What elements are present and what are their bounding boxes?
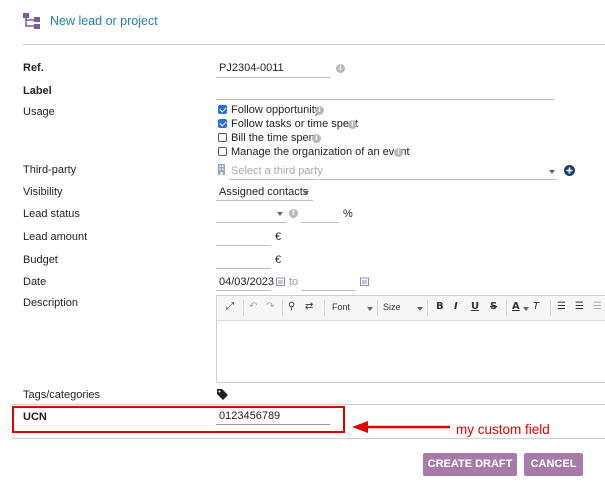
- date-start-underline: [216, 290, 271, 291]
- create-draft-button[interactable]: CREATE DRAFT: [423, 453, 517, 476]
- third-party-select[interactable]: Select a third party: [231, 165, 323, 177]
- lead-status-select[interactable]: [277, 212, 283, 216]
- usage-follow-tasks-label: Follow tasks or time spent: [231, 118, 359, 130]
- label-input[interactable]: [216, 99, 554, 100]
- usage-follow-tasks-checkbox[interactable]: [218, 119, 227, 128]
- usage-info-icon: i: [312, 134, 321, 143]
- editor-toolbar: ⤢ ↶ ↷ ⚲ ⇄ Font Size B I U S A T ☰ ☰ ☰: [217, 296, 605, 321]
- lead-amount-input[interactable]: [216, 245, 271, 246]
- chevron-down-icon[interactable]: [523, 307, 529, 311]
- date-start-input[interactable]: 04/03/2023: [219, 276, 274, 288]
- clear-format-button[interactable]: T: [533, 301, 539, 312]
- strikethrough-button[interactable]: S: [490, 301, 497, 312]
- toolbar-separator: [282, 300, 283, 316]
- toolbar-separator: [377, 300, 378, 316]
- visibility-underline: [216, 200, 313, 201]
- outdent-icon[interactable]: ☰: [593, 301, 602, 312]
- add-third-party-icon[interactable]: [564, 165, 575, 176]
- label-label: Label: [23, 85, 52, 97]
- maximize-icon[interactable]: ⤢: [226, 301, 234, 312]
- undo-icon[interactable]: ↶: [249, 301, 257, 312]
- usage-follow-opportunity-checkbox[interactable]: [218, 105, 227, 114]
- numbered-list-icon[interactable]: ☰: [557, 301, 566, 312]
- size-select[interactable]: Size: [383, 302, 401, 312]
- bold-button[interactable]: B: [436, 301, 444, 312]
- visibility-select[interactable]: Assigned contacts: [219, 186, 308, 198]
- annotation-arrow-icon: [352, 421, 450, 433]
- description-editor[interactable]: ⤢ ↶ ↷ ⚲ ⇄ Font Size B I U S A T ☰ ☰ ☰: [216, 295, 605, 383]
- tags-label: Tags/categories: [23, 389, 101, 401]
- underline-button[interactable]: U: [471, 301, 479, 312]
- date-label: Date: [23, 276, 47, 288]
- chevron-down-icon[interactable]: [417, 307, 423, 311]
- hierarchy-icon: [23, 13, 40, 29]
- page-title[interactable]: New lead or project: [50, 14, 158, 28]
- redo-icon[interactable]: ↷: [266, 301, 274, 312]
- tag-icon[interactable]: [217, 389, 228, 400]
- annotation-text: my custom field: [456, 422, 550, 437]
- ref-underline: [216, 77, 330, 78]
- ref-input[interactable]: PJ2304-0011: [219, 62, 284, 74]
- toolbar-separator: [324, 300, 325, 316]
- font-select[interactable]: Font: [332, 302, 350, 312]
- chevron-down-icon[interactable]: [549, 170, 555, 174]
- date-to-label: to: [289, 276, 299, 288]
- usage-info-icon: i: [315, 106, 324, 115]
- toolbar-separator: [427, 300, 428, 316]
- budget-label: Budget: [23, 254, 58, 266]
- lead-amount-label: Lead amount: [23, 231, 88, 243]
- ref-label: Ref.: [23, 62, 44, 74]
- custom-field-highlight: [12, 406, 345, 433]
- visibility-label: Visibility: [23, 186, 63, 198]
- lead-amount-unit: €: [275, 231, 282, 243]
- budget-input[interactable]: [216, 268, 271, 269]
- usage-manage-event-label: Manage the organization of an event: [231, 146, 410, 158]
- replace-icon[interactable]: ⇄: [305, 301, 313, 312]
- calendar-icon[interactable]: [276, 277, 285, 286]
- chevron-down-icon[interactable]: [303, 191, 309, 195]
- cancel-button[interactable]: CANCEL: [524, 453, 583, 476]
- description-label: Description: [23, 297, 79, 309]
- lead-percent-unit: %: [343, 208, 353, 220]
- building-icon: [218, 164, 225, 175]
- budget-unit: €: [275, 254, 282, 266]
- usage-follow-opportunity-label: Follow opportunity: [231, 104, 321, 116]
- usage-info-icon: i: [394, 148, 403, 157]
- header-divider: [23, 44, 605, 45]
- italic-button[interactable]: I: [454, 301, 458, 312]
- usage-bill-time-label: Bill the time spent: [231, 132, 318, 144]
- third-party-label: Third-party: [23, 164, 77, 176]
- page-header: New lead or project: [23, 10, 158, 32]
- find-icon[interactable]: ⚲: [288, 301, 295, 312]
- third-party-underline: [229, 179, 557, 180]
- date-end-input[interactable]: [301, 290, 356, 291]
- usage-info-icon: i: [348, 120, 357, 129]
- text-color-button[interactable]: A: [512, 301, 520, 312]
- toolbar-separator: [550, 300, 551, 316]
- lead-status-label: Lead status: [23, 208, 80, 220]
- bulleted-list-icon[interactable]: ☰: [575, 301, 584, 312]
- calendar-icon[interactable]: [360, 277, 369, 286]
- toolbar-separator: [506, 300, 507, 316]
- lead-percent-input[interactable]: [301, 222, 339, 223]
- chevron-down-icon[interactable]: [367, 307, 373, 311]
- usage-manage-event-checkbox[interactable]: [218, 147, 227, 156]
- usage-label: Usage: [23, 106, 55, 118]
- toolbar-separator: [243, 300, 244, 316]
- ucn-divider: [12, 438, 605, 439]
- lead-status-info-icon: i: [289, 209, 298, 218]
- tags-divider: [12, 404, 605, 405]
- usage-bill-time-checkbox[interactable]: [218, 133, 227, 142]
- ref-info-icon: i: [336, 64, 345, 73]
- lead-status-underline: [216, 222, 286, 223]
